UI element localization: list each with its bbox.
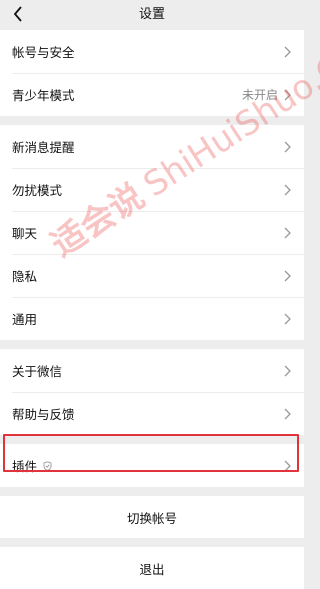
chevron-right-icon	[284, 89, 292, 101]
row-general[interactable]: 通用	[0, 297, 304, 340]
row-privacy[interactable]: 隐私	[0, 254, 304, 297]
settings-group-general: 新消息提醒 勿扰模式 聊天 隐私 通用	[0, 125, 304, 340]
chevron-right-icon	[284, 365, 292, 377]
row-label: 勿扰模式	[12, 183, 63, 198]
chevron-right-icon	[284, 270, 292, 282]
page-title: 设置	[138, 7, 165, 22]
chevron-right-icon	[284, 408, 292, 420]
settings-group-account: 帐号与安全 青少年模式 未开启	[0, 30, 304, 116]
row-label: 关于微信	[12, 364, 63, 379]
row-label: 隐私	[12, 269, 38, 284]
settings-group-about: 关于微信 帮助与反馈	[0, 349, 304, 435]
row-label: 新消息提醒	[12, 140, 75, 155]
row-label: 插件	[12, 459, 38, 474]
group-divider	[0, 340, 304, 349]
chevron-right-icon	[284, 460, 292, 472]
row-new-message-alerts[interactable]: 新消息提醒	[0, 125, 304, 168]
nav-bar: 设置	[0, 0, 304, 30]
row-label: 帐号与安全	[12, 45, 75, 60]
switch-account-button[interactable]: 切换帐号	[0, 496, 304, 538]
row-label: 帮助与反馈	[12, 407, 75, 422]
group-divider	[0, 487, 304, 496]
row-teen-mode[interactable]: 青少年模式 未开启	[0, 73, 304, 116]
chevron-right-icon	[284, 313, 292, 325]
teen-mode-status: 未开启	[241, 88, 278, 102]
group-divider	[0, 435, 304, 444]
chevron-right-icon	[284, 227, 292, 239]
group-divider	[0, 538, 304, 547]
row-do-not-disturb[interactable]: 勿扰模式	[0, 168, 304, 211]
row-help-feedback[interactable]: 帮助与反馈	[0, 392, 304, 435]
logout-button[interactable]: 退出	[0, 547, 304, 589]
row-plugins[interactable]: 插件	[0, 444, 304, 487]
shield-icon	[43, 460, 52, 471]
row-account-security[interactable]: 帐号与安全	[0, 30, 304, 73]
settings-group-plugins: 插件	[0, 444, 304, 487]
row-label: 聊天	[12, 226, 38, 241]
row-label: 青少年模式	[12, 88, 75, 103]
group-divider	[0, 116, 304, 125]
chevron-right-icon	[284, 184, 292, 196]
row-about-wechat[interactable]: 关于微信	[0, 349, 304, 392]
row-chat[interactable]: 聊天	[0, 211, 304, 254]
chevron-right-icon	[284, 141, 292, 153]
row-label: 通用	[12, 312, 38, 327]
chevron-right-icon	[284, 46, 292, 58]
